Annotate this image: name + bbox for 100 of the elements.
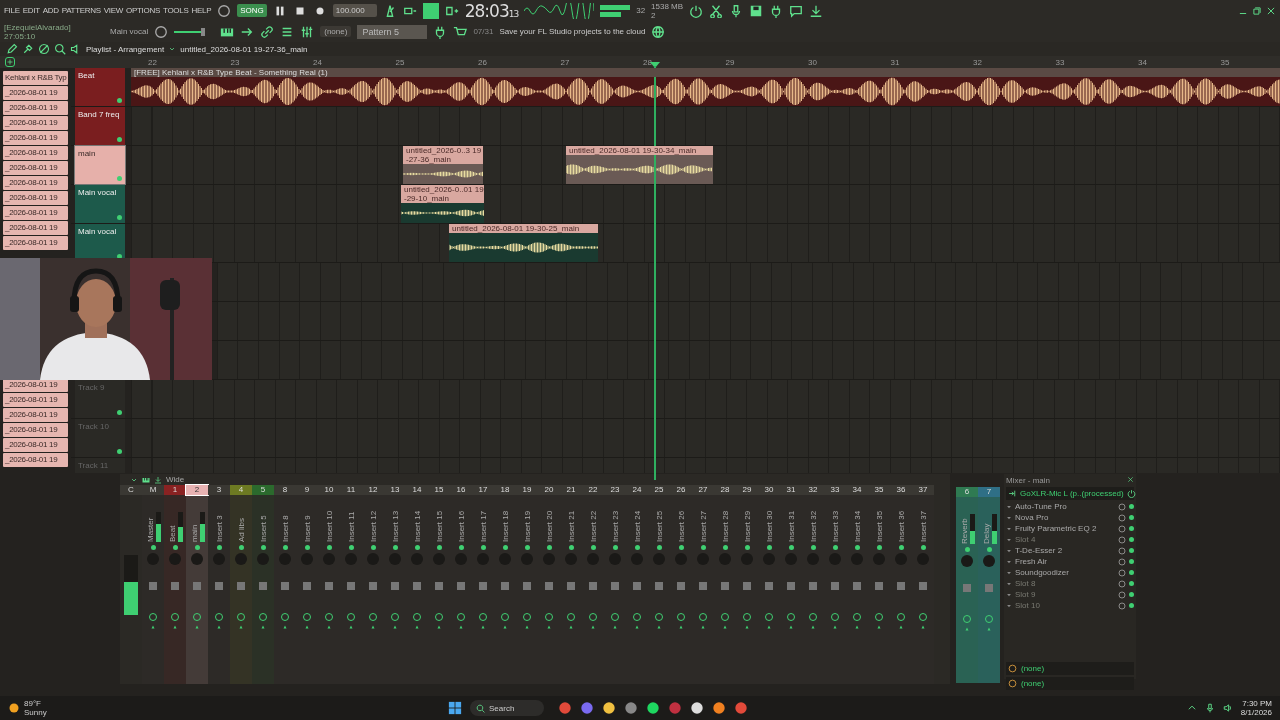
mixer-icon[interactable] [300, 24, 315, 39]
pattern-item[interactable]: _2026-08-01 19 [3, 146, 68, 160]
effect-slot[interactable]: Slot 9 [1015, 590, 1115, 599]
step-toggle[interactable] [422, 2, 439, 19]
pattern-item[interactable]: Kehlani x R&B Typ [3, 71, 68, 85]
effect-slot[interactable]: Slot 4 [1015, 535, 1115, 544]
fader-handle[interactable] [325, 582, 333, 590]
menu-item[interactable]: ADD [42, 6, 59, 15]
pattern-item[interactable]: _2026-08-01 19 [3, 131, 68, 145]
menu-item[interactable]: OPTIONS [126, 6, 160, 15]
fader-handle[interactable] [523, 582, 531, 590]
send-arrow-icon[interactable] [810, 624, 816, 630]
insert-number[interactable]: 27 [692, 485, 714, 495]
track-lane[interactable] [131, 419, 1280, 457]
news-text[interactable]: Save your FL Studio projects to the cloud [499, 27, 646, 36]
track-header[interactable]: Main vocal [75, 185, 125, 223]
fader-handle[interactable] [677, 582, 685, 590]
fader-handle[interactable] [985, 584, 993, 592]
audio-clip[interactable]: untitled_2026-0..3 19-27-36_main [403, 146, 483, 184]
send-arrow-icon[interactable] [986, 626, 992, 632]
power-icon[interactable] [689, 3, 704, 18]
fader-handle[interactable] [787, 582, 795, 590]
pattern-item[interactable]: _2026-08-01 19 [3, 116, 68, 130]
insert-number[interactable]: 19 [516, 485, 538, 495]
insert-number[interactable]: 11 [340, 485, 362, 495]
insert-number[interactable]: 22 [582, 485, 604, 495]
fader-handle[interactable] [501, 582, 509, 590]
send-arrow-icon[interactable] [370, 624, 376, 630]
scissors-icon[interactable] [709, 3, 724, 18]
pencil-icon[interactable] [6, 43, 18, 55]
fader-handle[interactable] [347, 582, 355, 590]
send-arrow-icon[interactable] [634, 624, 640, 630]
effect-slot[interactable]: Fresh Air [1015, 557, 1115, 566]
fader-handle[interactable] [545, 582, 553, 590]
audio-clip[interactable]: untitled_2026-08-01 19-30-34_main [566, 146, 713, 184]
audio-clip[interactable]: untitled_2026-0..01 19-29-10_main [401, 185, 484, 223]
channel-selector[interactable]: (none) [320, 26, 352, 37]
insert-number[interactable]: 17 [472, 485, 494, 495]
send-arrow-icon[interactable] [150, 624, 156, 630]
send-arrow-icon[interactable] [898, 624, 904, 630]
insert-number[interactable]: 7 [978, 487, 1000, 497]
send-arrow-icon[interactable] [964, 626, 970, 632]
fader-handle[interactable] [743, 582, 751, 590]
fader-handle[interactable] [171, 582, 179, 590]
fader-handle[interactable] [281, 582, 289, 590]
windows-start-icon[interactable] [448, 701, 462, 715]
insert-number[interactable]: 12 [362, 485, 384, 495]
download-icon[interactable] [809, 3, 824, 18]
track-lane[interactable] [131, 107, 1280, 145]
track-header[interactable]: Band 7 freq [75, 107, 125, 145]
send-arrow-icon[interactable] [700, 624, 706, 630]
send-arrow-icon[interactable] [414, 624, 420, 630]
pattern-item[interactable]: _2026-08-01 19 [3, 191, 68, 205]
insert-number[interactable]: 5 [252, 485, 274, 495]
insert-number[interactable]: 6 [956, 487, 978, 497]
microphone-icon[interactable] [1204, 703, 1215, 713]
menu-item[interactable]: HELP [191, 6, 212, 15]
send-arrow-icon[interactable] [590, 624, 596, 630]
effect-slot[interactable]: Auto-Tune Pro [1015, 502, 1115, 511]
send-arrow-icon[interactable] [282, 624, 288, 630]
insert-number[interactable]: 30 [758, 485, 780, 495]
track-lane[interactable] [131, 380, 1280, 418]
track-lane[interactable] [217, 263, 1280, 301]
pattern-item[interactable]: _2026-08-01 19 [3, 176, 68, 190]
download-icon[interactable] [154, 475, 162, 484]
insert-number[interactable]: 3 [208, 485, 230, 495]
fader-handle[interactable] [655, 582, 663, 590]
power-icon[interactable] [1126, 489, 1136, 498]
send-arrow-icon[interactable] [612, 624, 618, 630]
insert-number[interactable]: 14 [406, 485, 428, 495]
slider-thumb[interactable] [201, 27, 206, 36]
fader-handle[interactable] [215, 582, 223, 590]
menu-item[interactable]: PATTERNS [61, 6, 101, 15]
fader-handle[interactable] [919, 582, 927, 590]
close-icon[interactable] [1266, 5, 1276, 16]
pattern-item[interactable]: _2026-08-01 19 [3, 161, 68, 175]
insert-number[interactable]: 33 [824, 485, 846, 495]
knob-icon[interactable] [154, 24, 169, 39]
restore-icon[interactable] [1252, 5, 1262, 16]
pattern-item[interactable]: _2026-08-01 19 [3, 101, 68, 115]
send-arrow-icon[interactable] [326, 624, 332, 630]
fader-handle[interactable] [259, 582, 267, 590]
effect-slot[interactable]: Soundgoodizer [1015, 568, 1115, 577]
send-arrow-icon[interactable] [304, 624, 310, 630]
send-arrow-icon[interactable] [392, 624, 398, 630]
pattern-item[interactable]: _2026-08-01 19 [3, 408, 68, 422]
input-icon[interactable] [1008, 489, 1017, 498]
send-arrow-icon[interactable] [656, 624, 662, 630]
insert-number[interactable]: 18 [494, 485, 516, 495]
pattern-item[interactable]: _2026-08-01 19 [3, 86, 68, 100]
track-lane[interactable] [217, 341, 1280, 379]
insert-number[interactable]: 10 [318, 485, 340, 495]
pan-knob[interactable] [961, 555, 973, 567]
audio-clip[interactable]: [FREE] Kehlani x R&B Type Beat - Something Real (1) [131, 68, 1280, 106]
pattern-item[interactable]: _2026-08-01 19 [3, 453, 68, 467]
menu-item[interactable]: FILE [4, 6, 20, 15]
song-mode-button[interactable]: SONG [237, 4, 267, 17]
track-header[interactable]: main [75, 146, 125, 184]
send-arrow-icon[interactable] [854, 624, 860, 630]
effect-slot[interactable]: Slot 8 [1015, 579, 1115, 588]
